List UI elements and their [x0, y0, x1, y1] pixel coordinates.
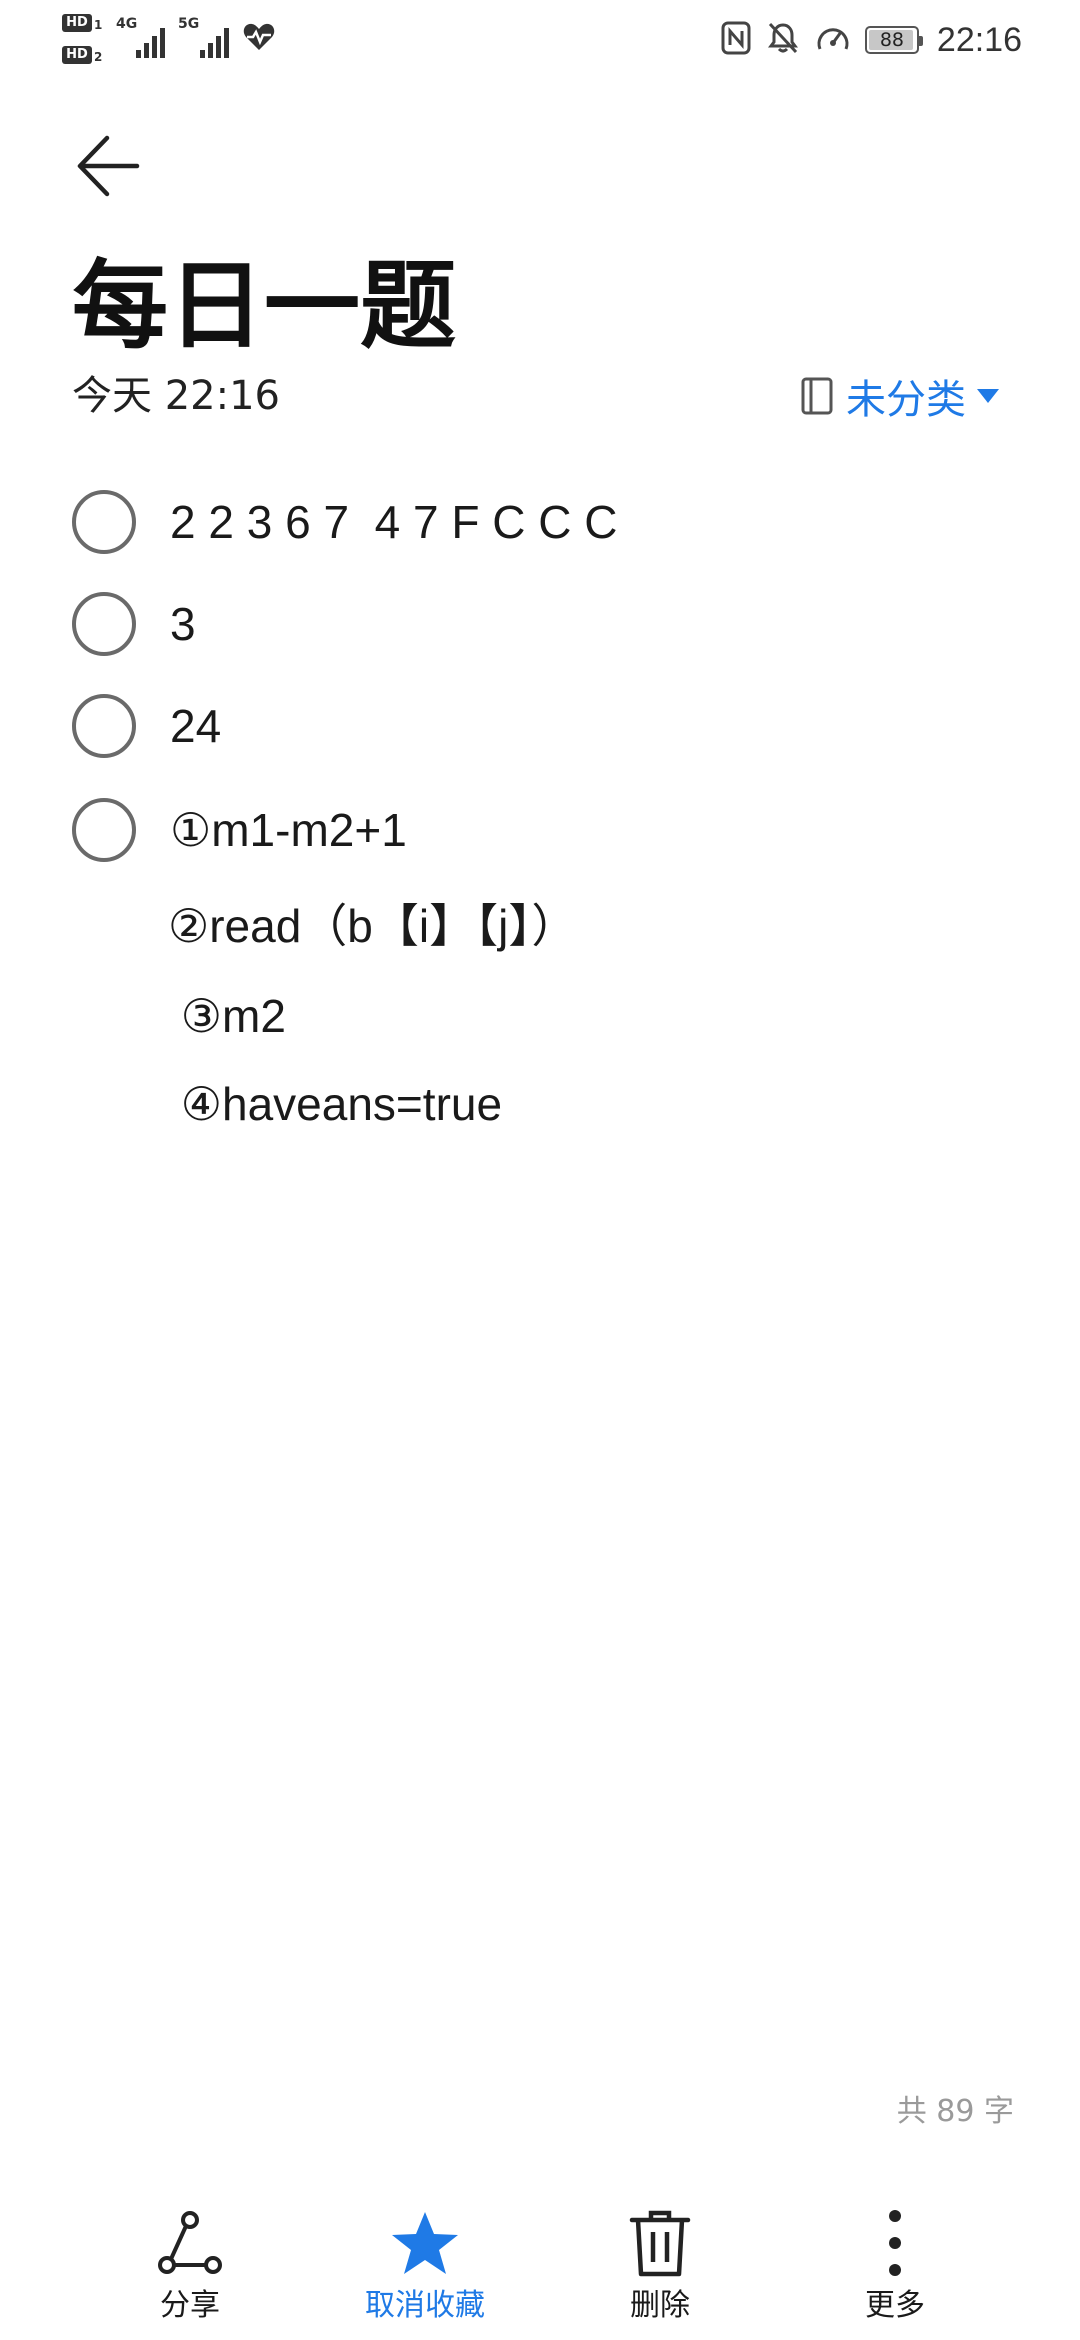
more-button[interactable]: 更多 [795, 2190, 995, 2330]
share-button[interactable]: 分享 [90, 2190, 290, 2330]
signal-strength-icon [136, 24, 172, 58]
status-right: 88 22:16 [705, 18, 1022, 62]
sim1-hd-badge: HD [62, 14, 92, 32]
star-filled-icon [325, 2208, 525, 2278]
checklist-item-text[interactable]: 3 [170, 588, 196, 660]
checkbox[interactable] [72, 798, 136, 862]
delete-label: 删除 [630, 2288, 690, 2323]
signal-strength-icon [200, 24, 236, 58]
more-vertical-icon [795, 2208, 995, 2278]
checklist-item: 24 [72, 690, 221, 762]
checklist-item: 2 2 3 6 7 4 7 F C C C [72, 486, 617, 558]
checklist-item: ①m1-m2+1 [72, 794, 407, 866]
sim1-index: 1 [94, 18, 103, 32]
network-4g-label: 4G [116, 16, 138, 32]
more-label: 更多 [865, 2288, 925, 2323]
category-label: 未分类 [846, 377, 966, 423]
share-label: 分享 [160, 2288, 220, 2323]
network-5g-label: 5G [178, 16, 200, 32]
checklist-item-text[interactable]: ①m1-m2+1 [170, 794, 407, 866]
bottom-toolbar: 分享 取消收藏 删除 更多 [0, 2190, 1080, 2340]
nfc-icon [721, 21, 751, 59]
checklist-continuation-line[interactable]: ④haveans=true [168, 1068, 502, 1140]
speed-icon [815, 21, 851, 59]
note-title[interactable]: 每日一题 [72, 246, 456, 366]
note-date: 今天 22:16 [72, 373, 280, 419]
triangle-down-icon [974, 386, 1002, 406]
checklist-item: 3 [72, 588, 196, 660]
checkbox[interactable] [72, 694, 136, 758]
category-selector[interactable]: 未分类 [800, 368, 1002, 424]
mute-bell-icon [767, 21, 799, 59]
delete-button[interactable]: 删除 [560, 2190, 760, 2330]
sim2-hd-badge: HD [62, 46, 92, 64]
checkbox[interactable] [72, 592, 136, 656]
unfavorite-label: 取消收藏 [365, 2288, 485, 2323]
arrow-left-icon [75, 133, 141, 203]
back-button[interactable] [60, 120, 156, 216]
unfavorite-button[interactable]: 取消收藏 [325, 2190, 525, 2330]
share-icon [90, 2208, 290, 2278]
checklist-continuation-line[interactable]: ③m2 [168, 980, 286, 1052]
notebook-icon [800, 376, 834, 416]
word-count: 共 89 字 [896, 2094, 1014, 2129]
checkbox[interactable] [72, 490, 136, 554]
status-bar: HD 1 HD 2 4G 5G 88 22:16 [0, 0, 1080, 80]
trash-icon [560, 2208, 760, 2278]
checklist-item-text[interactable]: 24 [170, 690, 221, 762]
checklist-item-text[interactable]: 2 2 3 6 7 4 7 F C C C [170, 486, 617, 558]
battery-level: 88 [879, 29, 904, 51]
checklist-continuation-line[interactable]: ②read（b【i】【j】） [168, 890, 577, 962]
status-time: 22:16 [936, 20, 1022, 59]
heart-pulse-icon [242, 22, 276, 56]
sim2-index: 2 [94, 50, 103, 64]
battery-icon: 88 [864, 26, 923, 54]
